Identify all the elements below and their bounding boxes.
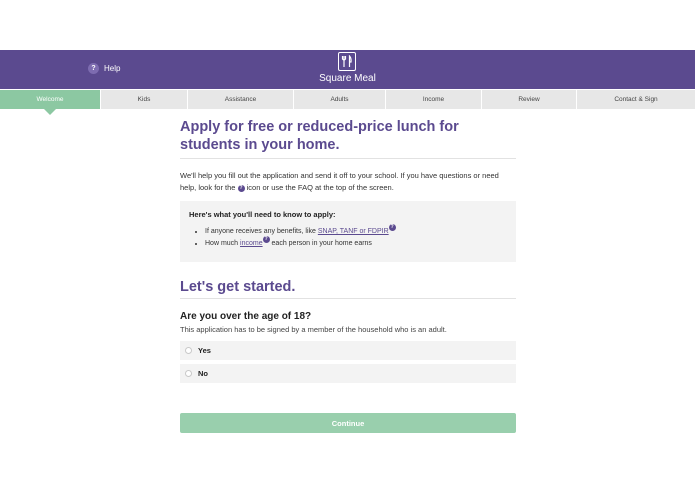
requirements-list: If anyone receives any benefits, like SN… bbox=[189, 224, 507, 250]
step-tabs: Welcome Kids Assistance Adults Income Re… bbox=[0, 90, 695, 115]
tab-welcome[interactable]: Welcome bbox=[0, 90, 101, 115]
age-question: Are you over the age of 18? bbox=[180, 311, 312, 322]
option-label: No bbox=[198, 369, 208, 378]
section-title: Let's get started. bbox=[180, 279, 296, 295]
income-help-icon[interactable]: ? bbox=[262, 236, 270, 243]
intro-text: We'll help you fill out the application … bbox=[180, 170, 516, 194]
income-link[interactable]: income bbox=[240, 240, 263, 247]
tab-contact-sign[interactable]: Contact & Sign bbox=[577, 90, 695, 109]
fork-knife-icon bbox=[338, 52, 356, 71]
brand-name: Square Meal bbox=[319, 73, 376, 84]
income-text: How much bbox=[205, 240, 241, 247]
benefits-link[interactable]: SNAP, TANF or FDPIR bbox=[318, 228, 389, 235]
requirements-box: Here's what you'll need to know to apply… bbox=[180, 201, 516, 262]
age-question-subtext: This application has to be signed by a m… bbox=[180, 325, 447, 334]
page-title: Apply for free or reduced-price lunch fo… bbox=[180, 119, 459, 153]
requirements-title: Here's what you'll need to know to apply… bbox=[189, 210, 336, 219]
help-label: Help bbox=[104, 64, 121, 73]
divider bbox=[180, 158, 516, 159]
benefits-help-icon[interactable]: ? bbox=[388, 224, 396, 231]
divider bbox=[180, 298, 516, 299]
radio-button[interactable] bbox=[185, 370, 192, 377]
list-item: If anyone receives any benefits, like SN… bbox=[205, 224, 507, 238]
benefits-text: If anyone receives any benefits, like bbox=[205, 228, 318, 235]
intro-text-part2: icon or use the FAQ at the top of the sc… bbox=[244, 183, 394, 192]
tab-kids[interactable]: Kids bbox=[101, 90, 188, 109]
tab-assistance[interactable]: Assistance bbox=[188, 90, 294, 109]
option-no[interactable]: No bbox=[180, 364, 516, 383]
tab-income[interactable]: Income bbox=[386, 90, 482, 109]
question-icon: ? bbox=[237, 184, 245, 192]
income-text-suffix: each person in your home earns bbox=[269, 240, 372, 247]
radio-button[interactable] bbox=[185, 347, 192, 354]
option-label: Yes bbox=[198, 346, 211, 355]
main-content: Apply for free or reduced-price lunch fo… bbox=[180, 118, 516, 262]
continue-button[interactable]: Continue bbox=[180, 413, 516, 433]
tab-review[interactable]: Review bbox=[482, 90, 577, 109]
tab-adults[interactable]: Adults bbox=[294, 90, 386, 109]
option-yes[interactable]: Yes bbox=[180, 341, 516, 360]
list-item: How much income? each person in your hom… bbox=[205, 236, 507, 250]
